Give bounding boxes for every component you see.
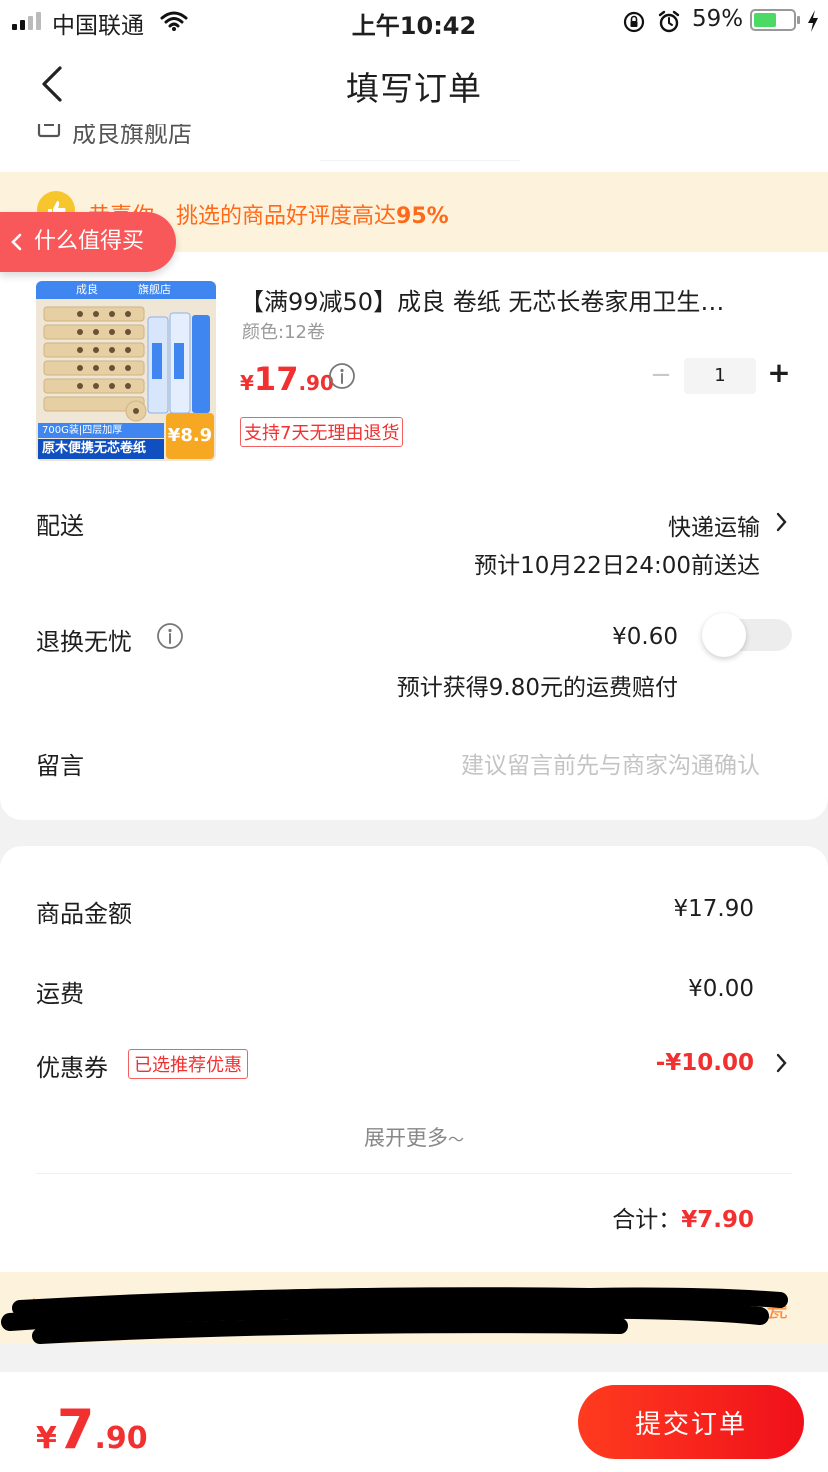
message-input[interactable]: 建议留言前先与商家沟通确认: [360, 746, 760, 780]
chevron-left-icon: [11, 233, 22, 251]
store-name[interactable]: 成良旗舰店: [72, 124, 192, 144]
product-image-store-tag: 旗舰店: [138, 283, 171, 296]
bottom-total-price: ¥7.90: [36, 1398, 148, 1461]
product-image-slogan: 原木便携无芯卷纸: [38, 439, 164, 459]
divider: [36, 1173, 792, 1174]
product-image-spec: 700G装|四层加厚: [38, 423, 164, 438]
product-image[interactable]: 成良 旗舰店 700G装|四层加厚 原木便携无芯卷纸 ¥8.9: [36, 281, 216, 461]
goods-amount-value: ¥17.90: [673, 896, 754, 922]
product-image-badge: ¥8.9: [166, 413, 214, 459]
return-insurance-note: 预计获得9.80元的运费赔付: [396, 675, 678, 701]
floating-tag-label: 什么值得买: [34, 229, 145, 254]
battery-percent: 59%: [692, 6, 744, 32]
shipping-label: 运费: [36, 980, 84, 1008]
quantity-input[interactable]: 1: [684, 358, 756, 394]
coupon-label: 优惠券: [36, 1054, 108, 1082]
chevron-right-icon[interactable]: [776, 512, 788, 532]
delivery-method[interactable]: 快递运输: [460, 508, 760, 542]
rotation-lock-icon: [623, 11, 645, 33]
return-insurance-price: ¥0.60: [612, 624, 678, 650]
nav-bar: 填写订单: [0, 44, 828, 124]
shipping-value: ¥0.00: [688, 976, 754, 1002]
submit-order-button[interactable]: 提交订单: [578, 1385, 804, 1459]
coupon-tag: 已选推荐优惠: [128, 1049, 248, 1079]
total-value: ¥7.90: [681, 1207, 754, 1233]
coupon-value[interactable]: -¥10.00: [560, 1050, 754, 1076]
battery-icon: [750, 9, 796, 31]
total-row: 合计：¥7.90: [500, 1200, 754, 1234]
product-variant[interactable]: 颜色:12卷: [242, 318, 325, 344]
alarm-icon: [658, 10, 680, 33]
product-title[interactable]: 【满99减50】成良 卷纸 无芯长卷家用卫生…: [240, 282, 780, 317]
chevron-right-icon[interactable]: [776, 1053, 788, 1073]
message-label: 留言: [36, 752, 84, 780]
price-info-icon[interactable]: [328, 362, 356, 390]
delivery-label: 配送: [36, 512, 84, 540]
product-price: ¥17.90: [240, 360, 334, 398]
floating-recommend-tag[interactable]: 什么值得买: [0, 212, 176, 272]
charging-icon: [808, 10, 818, 32]
toilet-rolls-graphic: [43, 306, 210, 422]
expand-more-button[interactable]: 展开更多〜: [0, 1122, 828, 1152]
quantity-increase-button[interactable]: +: [766, 356, 792, 389]
toggle-knob: [702, 613, 746, 657]
return-insurance-label: 退换无忧: [36, 628, 132, 656]
return-insurance-toggle[interactable]: [702, 613, 792, 657]
store-icon: [37, 124, 61, 138]
total-label: 合计：: [612, 1207, 682, 1233]
delivery-estimate: 预计10月22日24:00前送达: [474, 553, 760, 579]
page-title: 填写订单: [346, 69, 482, 108]
status-bar: 中国联通 上午10:42 59%: [0, 0, 828, 44]
info-icon[interactable]: [156, 622, 184, 650]
goods-amount-label: 商品金额: [36, 900, 132, 928]
redaction-scribble: [1, 1287, 788, 1344]
tilde-icon: 〜: [447, 1130, 464, 1149]
return-policy-tag: 支持7天无理由退货: [240, 417, 404, 447]
product-image-brand: 成良: [76, 283, 98, 296]
quantity-decrease-button[interactable]: −: [650, 360, 672, 390]
